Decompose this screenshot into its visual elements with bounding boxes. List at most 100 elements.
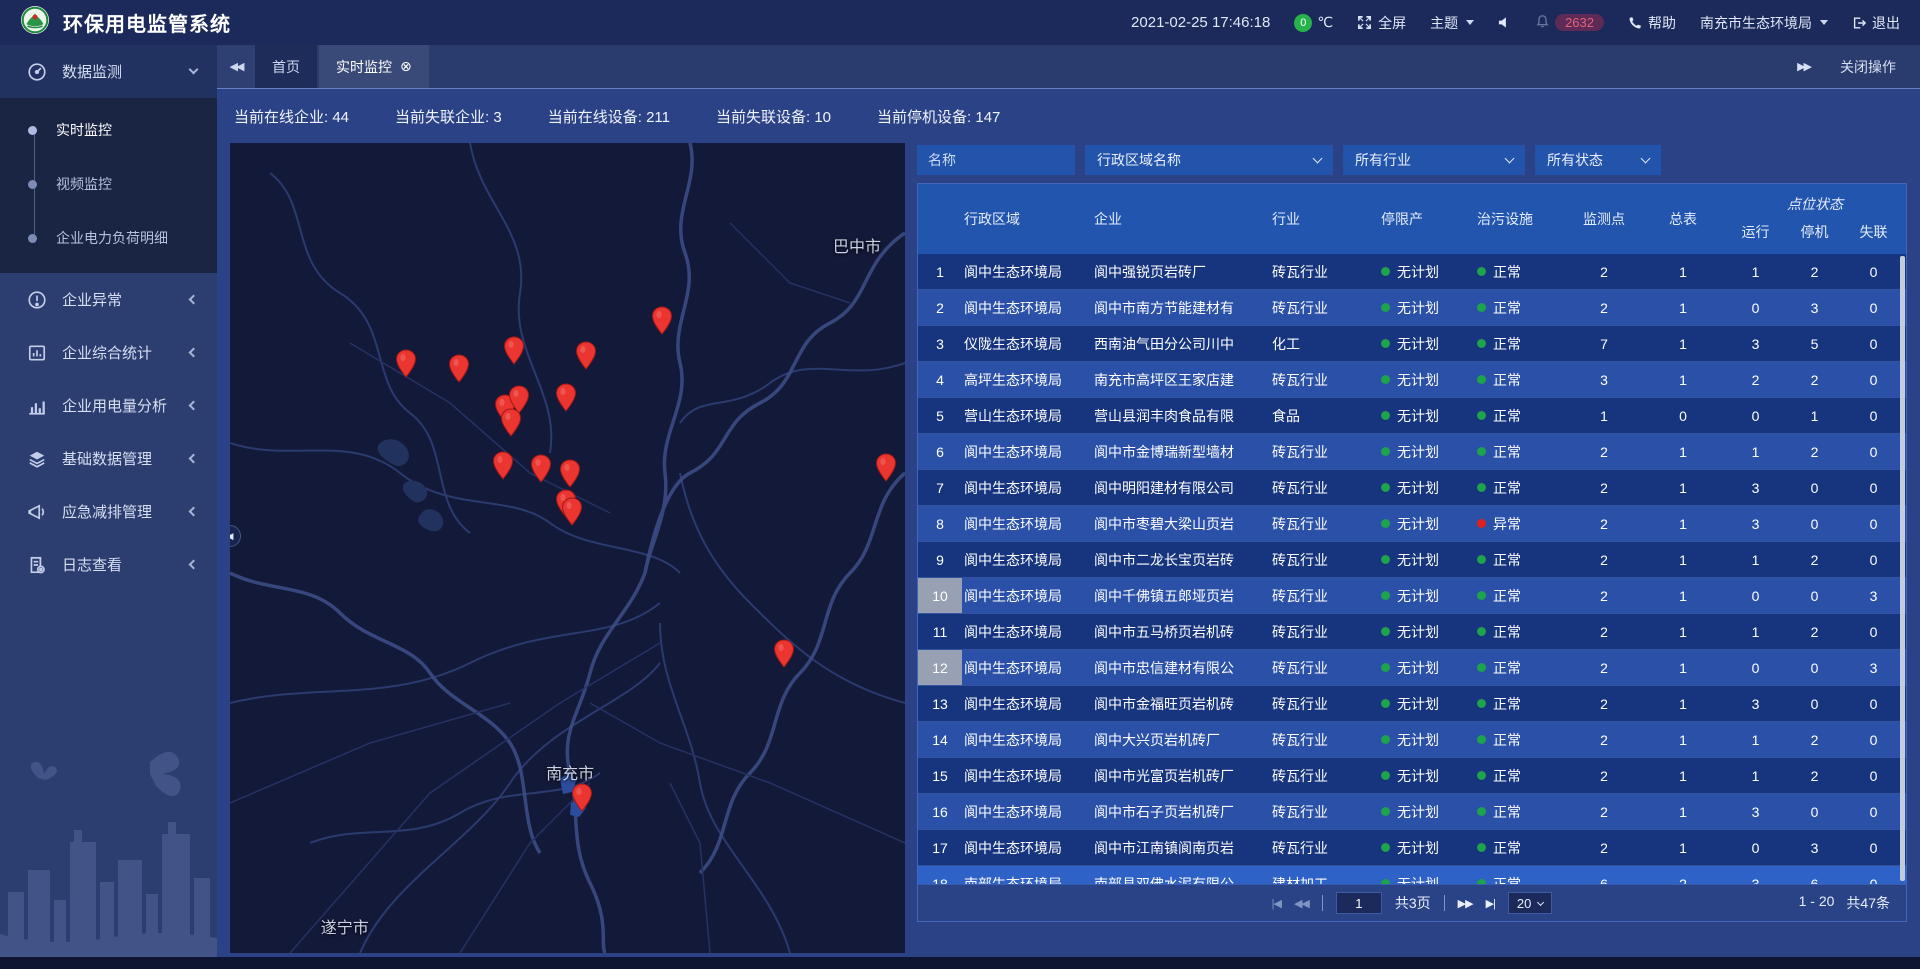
tabs-scroll-left-button[interactable]: ◀◀ (217, 45, 255, 88)
app-title: 环保用电监管系统 (63, 8, 231, 37)
table-row[interactable]: 17 阆中生态环境局 阆中市江南镇阆南页岩 砖瓦行业 无计划 正常 2 1 0 … (918, 830, 1906, 866)
table-row[interactable]: 1 阆中生态环境局 阆中强锐页岩砖厂 砖瓦行业 无计划 正常 2 1 1 2 0 (918, 254, 1906, 290)
status-dot-icon (1477, 663, 1486, 672)
table-row[interactable]: 6 阆中生态环境局 阆中市金博瑞新型墙材 砖瓦行业 无计划 正常 2 1 1 2… (918, 434, 1906, 470)
bullet-dot-icon (28, 234, 37, 243)
sidebar-item[interactable]: 企业综合统计 (0, 326, 217, 379)
table-row[interactable]: 10 阆中生态环境局 阆中千佛镇五郎垭页岩 砖瓦行业 无计划 正常 2 1 0 … (918, 578, 1906, 614)
cell-stopped: 2 (1785, 758, 1844, 793)
table-row[interactable]: 2 阆中生态环境局 阆中市南方节能建材有 砖瓦行业 无计划 正常 2 1 0 3… (918, 290, 1906, 326)
stat-item: 当前停机设备: 147 (877, 106, 1000, 127)
notification-bell[interactable]: 2632 (1535, 14, 1604, 32)
status-dot-icon (1477, 555, 1486, 564)
table-row[interactable]: 3 仪陇生态环境局 西南油气田分公司川中 化工 无计划 正常 7 1 3 5 0 (918, 326, 1906, 362)
table-row[interactable]: 11 阆中生态环境局 阆中市五马桥页岩机砖 砖瓦行业 无计划 正常 2 1 1 … (918, 614, 1906, 650)
cell-monitors: 2 (1568, 794, 1640, 829)
sidebar-subitem[interactable]: 实时监控 (0, 103, 217, 157)
stat-value: 211 (646, 109, 670, 126)
table-row[interactable]: 16 阆中生态环境局 阆中市石子页岩机砖厂 砖瓦行业 无计划 正常 2 1 3 … (918, 794, 1906, 830)
cell-halt-status: 无计划 (1376, 506, 1472, 541)
sidebar-subitem[interactable]: 企业电力负荷明细 (0, 211, 217, 265)
sidebar-subitem[interactable]: 视频监控 (0, 157, 217, 211)
close-operations-button[interactable]: 关闭操作 (1840, 57, 1896, 77)
map-pin-icon[interactable] (503, 336, 525, 365)
cell-region: 阆中生态环境局 (962, 434, 1094, 469)
cell-lost: 0 (1844, 722, 1903, 757)
map-pin-icon[interactable] (448, 354, 470, 383)
table-scrollbar[interactable] (1900, 256, 1905, 881)
tab-close-icon[interactable]: ⊗ (400, 58, 412, 75)
stat-label: 当前在线企业: (234, 109, 332, 126)
table-row[interactable]: 14 阆中生态环境局 阆中大兴页岩机砖厂 砖瓦行业 无计划 正常 2 1 1 2… (918, 722, 1906, 758)
prev-page-button[interactable]: ◀◀ (1294, 897, 1309, 910)
stat-label: 当前失联设备: (716, 109, 814, 126)
cell-region: 阆中生态环境局 (962, 686, 1094, 721)
fullscreen-button[interactable]: 全屏 (1357, 13, 1406, 33)
table-row[interactable]: 5 营山生态环境局 营山县润丰肉食品有限 食品 无计划 正常 1 0 0 1 0 (918, 398, 1906, 434)
map-pin-icon[interactable] (555, 383, 577, 412)
page-number-input[interactable] (1336, 892, 1382, 914)
next-page-button[interactable]: ▶▶ (1458, 897, 1473, 910)
sidebar-item[interactable]: 应急减排管理 (0, 485, 217, 538)
region-filter-select[interactable]: 行政区域名称 (1085, 145, 1333, 175)
map-pin-icon[interactable] (773, 639, 795, 668)
row-number: 8 (918, 506, 962, 541)
speaker-icon (1498, 16, 1511, 29)
name-filter-input[interactable] (917, 145, 1075, 175)
map-panel[interactable]: 巴中市南充市遂宁市 ◀ (230, 143, 905, 953)
map-pin-icon[interactable] (571, 783, 593, 812)
row-number: 5 (918, 398, 962, 433)
map-pin-icon[interactable] (559, 459, 581, 488)
user-menu[interactable]: 南充市生态环境局 (1700, 13, 1828, 33)
sidebar-item[interactable]: 基础数据管理 (0, 432, 217, 485)
sidebar-subitem-label: 视频监控 (56, 174, 112, 194)
cell-stopped: 0 (1785, 506, 1844, 541)
tab-item[interactable]: 实时监控 ⊗ (319, 45, 429, 88)
cell-industry: 砖瓦行业 (1272, 758, 1376, 793)
cell-running: 0 (1726, 290, 1785, 325)
table-row[interactable]: 7 阆中生态环境局 阆中明阳建材有限公司 砖瓦行业 无计划 正常 2 1 3 0… (918, 470, 1906, 506)
industry-filter-select[interactable]: 所有行业 (1343, 145, 1525, 175)
cell-lost: 0 (1844, 362, 1903, 397)
map-pin-icon[interactable] (395, 349, 417, 378)
theme-dropdown[interactable]: 主题 (1430, 13, 1474, 33)
datetime-label: 2021-02-25 17:46:18 (1131, 14, 1270, 31)
speaker-mute-button[interactable] (1498, 16, 1511, 29)
cell-monitors: 2 (1568, 686, 1640, 721)
table-row[interactable]: 8 阆中生态环境局 阆中市枣碧大梁山页岩 砖瓦行业 无计划 异常 2 1 3 0… (918, 506, 1906, 542)
cell-stopped: 0 (1785, 686, 1844, 721)
map-pin-icon[interactable] (492, 451, 514, 480)
map-pin-icon[interactable] (575, 341, 597, 370)
map-pin-icon[interactable] (561, 497, 583, 526)
cell-halt-status: 无计划 (1376, 398, 1472, 433)
status-filter-select[interactable]: 所有状态 (1535, 145, 1661, 175)
sidebar-item[interactable]: 企业异常 (0, 273, 217, 326)
cell-facility-status: 正常 (1472, 794, 1568, 829)
map-pin-icon[interactable] (500, 408, 522, 437)
sidebar-item[interactable]: 日志查看 (0, 538, 217, 591)
table-row[interactable]: 12 阆中生态环境局 阆中市忠信建材有限公 砖瓦行业 无计划 正常 2 1 0 … (918, 650, 1906, 686)
table-row[interactable]: 15 阆中生态环境局 阆中市光富页岩机砖厂 砖瓦行业 无计划 正常 2 1 1 … (918, 758, 1906, 794)
cell-meters: 1 (1640, 794, 1726, 829)
status-dot-icon (1477, 591, 1486, 600)
cell-region: 阆中生态环境局 (962, 794, 1094, 829)
table-row[interactable]: 4 高坪生态环境局 南充市高坪区王家店建 砖瓦行业 无计划 正常 3 1 2 2… (918, 362, 1906, 398)
first-page-button[interactable]: |◀ (1272, 897, 1281, 910)
tab-item[interactable]: 首页 (255, 45, 317, 88)
table-row[interactable]: 9 阆中生态环境局 阆中市二龙长宝页岩砖 砖瓦行业 无计划 正常 2 1 1 2… (918, 542, 1906, 578)
table-row[interactable]: 13 阆中生态环境局 阆中市金福旺页岩机砖 砖瓦行业 无计划 正常 2 1 3 … (918, 686, 1906, 722)
page-size-select[interactable]: 20 (1508, 892, 1552, 914)
map-pin-icon[interactable] (530, 454, 552, 483)
help-button[interactable]: 帮助 (1628, 13, 1676, 33)
logout-button[interactable]: 退出 (1852, 13, 1900, 33)
cell-lost: 0 (1844, 794, 1903, 829)
cell-halt-status: 无计划 (1376, 290, 1472, 325)
divider (1444, 895, 1445, 911)
map-pin-icon[interactable] (875, 453, 897, 482)
map-pin-icon[interactable] (651, 306, 673, 335)
last-page-button[interactable]: ▶| (1486, 897, 1495, 910)
tabs-scroll-right-button[interactable]: ▶▶ (1797, 60, 1810, 73)
sidebar-item[interactable]: 数据监测 (0, 45, 217, 98)
sidebar-item[interactable]: 企业用电量分析 (0, 379, 217, 432)
sidebar-subitem-label: 实时监控 (56, 120, 112, 140)
